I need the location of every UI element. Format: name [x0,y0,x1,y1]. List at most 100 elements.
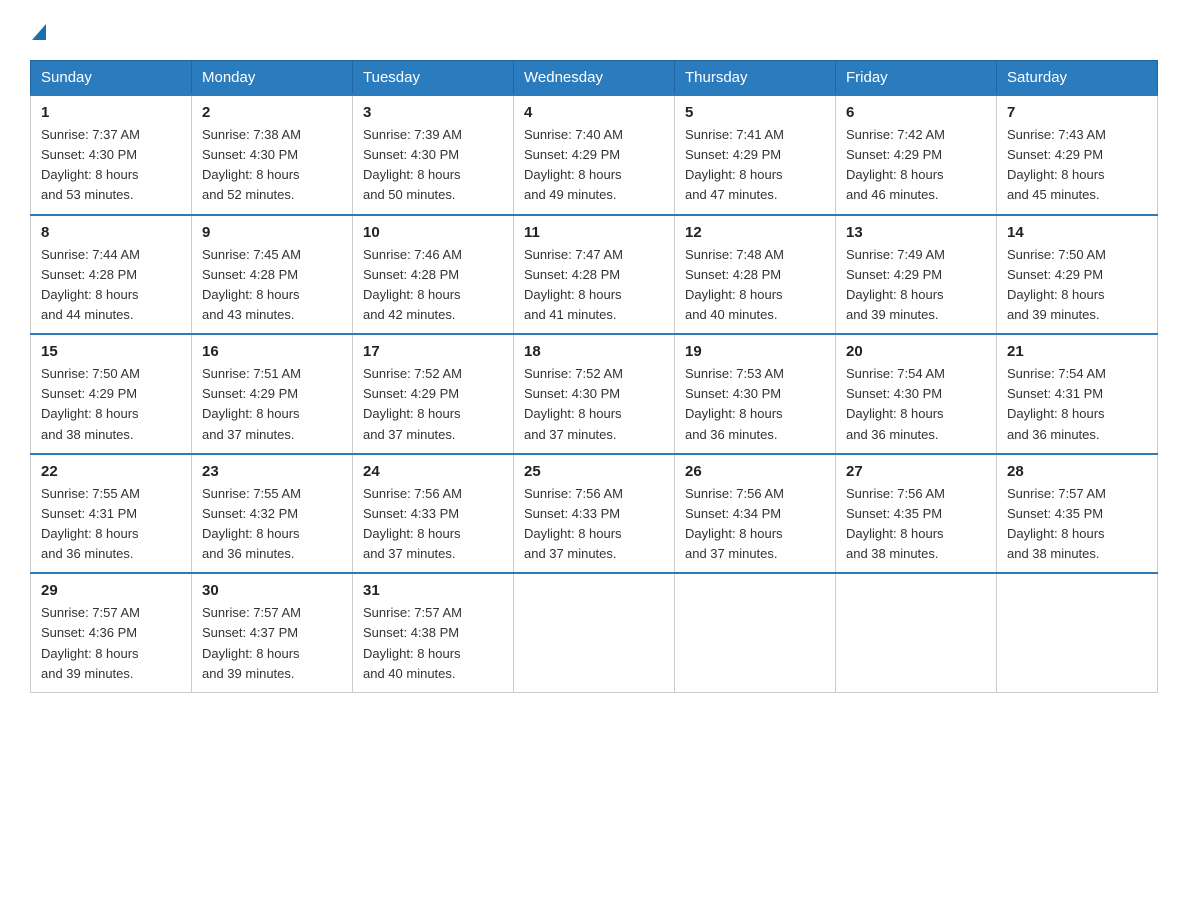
day-number: 15 [41,343,181,360]
day-number: 28 [1007,463,1147,480]
day-detail: Sunrise: 7:56 AMSunset: 4:34 PMDaylight:… [685,484,825,565]
day-number: 16 [202,343,342,360]
day-detail: Sunrise: 7:52 AMSunset: 4:29 PMDaylight:… [363,364,503,445]
day-number: 2 [202,104,342,121]
day-number: 24 [363,463,503,480]
col-header-sunday: Sunday [31,61,192,96]
day-number: 19 [685,343,825,360]
col-header-thursday: Thursday [675,61,836,96]
day-detail: Sunrise: 7:41 AMSunset: 4:29 PMDaylight:… [685,125,825,206]
day-detail: Sunrise: 7:38 AMSunset: 4:30 PMDaylight:… [202,125,342,206]
logo-area [30,24,46,42]
day-number: 18 [524,343,664,360]
day-detail: Sunrise: 7:37 AMSunset: 4:30 PMDaylight:… [41,125,181,206]
calendar-day-cell: 17Sunrise: 7:52 AMSunset: 4:29 PMDayligh… [353,334,514,454]
calendar-week-row: 29 Sunrise: 7:57 AMSunset: 4:36 PMDayligh… [31,573,1158,692]
calendar-day-cell: 2 Sunrise: 7:38 AMSunset: 4:30 PMDaylight… [192,95,353,215]
logo [30,24,46,42]
calendar-day-cell: 22 Sunrise: 7:55 AMSunset: 4:31 PMDayligh… [31,454,192,574]
day-number: 4 [524,104,664,121]
calendar-empty-cell [514,573,675,692]
calendar-day-cell: 6Sunrise: 7:42 AMSunset: 4:29 PMDaylight… [836,95,997,215]
day-detail: Sunrise: 7:49 AMSunset: 4:29 PMDaylight:… [846,245,986,326]
calendar-day-cell: 14 Sunrise: 7:50 AMSunset: 4:29 PMDayligh… [997,215,1158,335]
day-detail: Sunrise: 7:57 AMSunset: 4:36 PMDaylight:… [41,603,181,684]
day-number: 26 [685,463,825,480]
day-detail: Sunrise: 7:44 AMSunset: 4:28 PMDaylight:… [41,245,181,326]
day-detail: Sunrise: 7:53 AMSunset: 4:30 PMDaylight:… [685,364,825,445]
logo-arrow-icon [32,24,46,40]
day-number: 31 [363,582,503,599]
calendar-day-cell: 4 Sunrise: 7:40 AMSunset: 4:29 PMDaylight… [514,95,675,215]
calendar-week-row: 22 Sunrise: 7:55 AMSunset: 4:31 PMDayligh… [31,454,1158,574]
calendar-day-cell: 12 Sunrise: 7:48 AMSunset: 4:28 PMDayligh… [675,215,836,335]
calendar-day-cell: 29 Sunrise: 7:57 AMSunset: 4:36 PMDayligh… [31,573,192,692]
day-number: 27 [846,463,986,480]
day-number: 14 [1007,224,1147,241]
day-number: 23 [202,463,342,480]
day-detail: Sunrise: 7:54 AMSunset: 4:31 PMDaylight:… [1007,364,1147,445]
day-number: 1 [41,104,181,121]
calendar-day-cell: 21 Sunrise: 7:54 AMSunset: 4:31 PMDayligh… [997,334,1158,454]
day-detail: Sunrise: 7:57 AMSunset: 4:38 PMDaylight:… [363,603,503,684]
day-number: 30 [202,582,342,599]
calendar-table: SundayMondayTuesdayWednesdayThursdayFrid… [30,60,1158,693]
calendar-week-row: 1 Sunrise: 7:37 AMSunset: 4:30 PMDaylight… [31,95,1158,215]
day-number: 13 [846,224,986,241]
calendar-day-cell: 23 Sunrise: 7:55 AMSunset: 4:32 PMDayligh… [192,454,353,574]
day-detail: Sunrise: 7:57 AMSunset: 4:35 PMDaylight:… [1007,484,1147,565]
day-number: 11 [524,224,664,241]
day-number: 5 [685,104,825,121]
day-number: 29 [41,582,181,599]
day-number: 7 [1007,104,1147,121]
calendar-day-cell: 25 Sunrise: 7:56 AMSunset: 4:33 PMDayligh… [514,454,675,574]
calendar-day-cell: 24 Sunrise: 7:56 AMSunset: 4:33 PMDayligh… [353,454,514,574]
col-header-wednesday: Wednesday [514,61,675,96]
day-detail: Sunrise: 7:45 AMSunset: 4:28 PMDaylight:… [202,245,342,326]
day-number: 12 [685,224,825,241]
calendar-day-cell: 10 Sunrise: 7:46 AMSunset: 4:28 PMDayligh… [353,215,514,335]
calendar-day-cell: 1 Sunrise: 7:37 AMSunset: 4:30 PMDaylight… [31,95,192,215]
day-number: 22 [41,463,181,480]
day-detail: Sunrise: 7:50 AMSunset: 4:29 PMDaylight:… [1007,245,1147,326]
calendar-empty-cell [997,573,1158,692]
day-detail: Sunrise: 7:50 AMSunset: 4:29 PMDaylight:… [41,364,181,445]
day-number: 3 [363,104,503,121]
day-number: 21 [1007,343,1147,360]
day-detail: Sunrise: 7:57 AMSunset: 4:37 PMDaylight:… [202,603,342,684]
col-header-saturday: Saturday [997,61,1158,96]
calendar-day-cell: 11Sunrise: 7:47 AMSunset: 4:28 PMDayligh… [514,215,675,335]
day-detail: Sunrise: 7:56 AMSunset: 4:33 PMDaylight:… [524,484,664,565]
col-header-tuesday: Tuesday [353,61,514,96]
day-detail: Sunrise: 7:46 AMSunset: 4:28 PMDaylight:… [363,245,503,326]
calendar-day-cell: 3 Sunrise: 7:39 AMSunset: 4:30 PMDaylight… [353,95,514,215]
day-number: 25 [524,463,664,480]
col-header-monday: Monday [192,61,353,96]
day-detail: Sunrise: 7:56 AMSunset: 4:35 PMDaylight:… [846,484,986,565]
day-detail: Sunrise: 7:56 AMSunset: 4:33 PMDaylight:… [363,484,503,565]
calendar-day-cell: 5 Sunrise: 7:41 AMSunset: 4:29 PMDaylight… [675,95,836,215]
day-detail: Sunrise: 7:55 AMSunset: 4:32 PMDaylight:… [202,484,342,565]
calendar-week-row: 15 Sunrise: 7:50 AMSunset: 4:29 PMDayligh… [31,334,1158,454]
day-detail: Sunrise: 7:48 AMSunset: 4:28 PMDaylight:… [685,245,825,326]
calendar-day-cell: 13 Sunrise: 7:49 AMSunset: 4:29 PMDayligh… [836,215,997,335]
day-detail: Sunrise: 7:40 AMSunset: 4:29 PMDaylight:… [524,125,664,206]
day-number: 20 [846,343,986,360]
day-number: 8 [41,224,181,241]
calendar-day-cell: 8 Sunrise: 7:44 AMSunset: 4:28 PMDaylight… [31,215,192,335]
calendar-empty-cell [675,573,836,692]
col-header-friday: Friday [836,61,997,96]
day-detail: Sunrise: 7:43 AMSunset: 4:29 PMDaylight:… [1007,125,1147,206]
day-detail: Sunrise: 7:55 AMSunset: 4:31 PMDaylight:… [41,484,181,565]
calendar-day-cell: 28 Sunrise: 7:57 AMSunset: 4:35 PMDayligh… [997,454,1158,574]
calendar-day-cell: 16Sunrise: 7:51 AMSunset: 4:29 PMDayligh… [192,334,353,454]
calendar-day-cell: 30 Sunrise: 7:57 AMSunset: 4:37 PMDayligh… [192,573,353,692]
day-number: 9 [202,224,342,241]
day-detail: Sunrise: 7:39 AMSunset: 4:30 PMDaylight:… [363,125,503,206]
calendar-day-cell: 15 Sunrise: 7:50 AMSunset: 4:29 PMDayligh… [31,334,192,454]
calendar-day-cell: 31 Sunrise: 7:57 AMSunset: 4:38 PMDayligh… [353,573,514,692]
calendar-day-cell: 27 Sunrise: 7:56 AMSunset: 4:35 PMDayligh… [836,454,997,574]
calendar-day-cell: 18Sunrise: 7:52 AMSunset: 4:30 PMDayligh… [514,334,675,454]
day-number: 10 [363,224,503,241]
logo-blue-block [32,24,46,42]
